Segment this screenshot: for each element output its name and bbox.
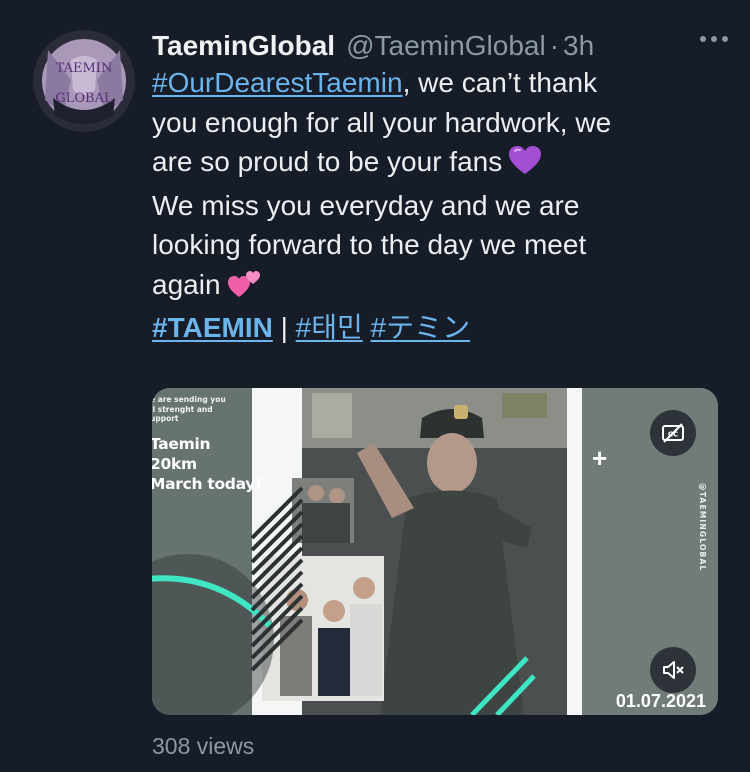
- timestamp[interactable]: 3h: [563, 28, 594, 64]
- tweet-line-1: , we can’t thank: [402, 67, 598, 98]
- hashtag-ourdearesttaemin[interactable]: #OurDearestTaemin: [152, 67, 403, 98]
- hashtag-taemin-japanese[interactable]: #テミン: [371, 312, 471, 343]
- profile-avatar[interactable]: TAEMIN GLOBAL: [33, 30, 135, 132]
- captions-off-icon[interactable]: CC: [650, 410, 696, 456]
- two-hearts-emoji: [227, 268, 261, 309]
- video-date: 01.07.2021: [615, 691, 706, 711]
- watermark-text: @TAEMINGLOBAL: [698, 483, 707, 572]
- taemin-global-logo: TAEMIN GLOBAL: [33, 30, 135, 132]
- tweet-header: TaeminGlobal @TaeminGlobal · 3h: [152, 26, 730, 66]
- video-player[interactable]: e are sending you ll strenght and upport…: [152, 388, 718, 715]
- svg-text:TAEMIN: TAEMIN: [56, 61, 113, 76]
- view-count: 308 views: [152, 733, 255, 759]
- svg-text:GLOBAL: GLOBAL: [55, 91, 113, 106]
- volume-muted-icon[interactable]: [650, 647, 696, 693]
- user-handle[interactable]: @TaeminGlobal: [346, 28, 546, 64]
- pipe-separator: |: [280, 312, 288, 343]
- tweet-line-3: are so proud to be your fans: [152, 146, 503, 177]
- separator-dot: ·: [549, 30, 560, 61]
- tweet-text: #OurDearestTaemin, we can’t thank you en…: [152, 63, 712, 348]
- tweet-line-5: looking forward to the day we meet: [152, 229, 587, 260]
- overlay-small-text: e are sending you ll strenght and upport: [152, 395, 226, 423]
- tweet-line-6: again: [152, 268, 221, 300]
- display-name[interactable]: TaeminGlobal: [152, 28, 335, 64]
- overlay-big-text: Taemin 20km March today!: [152, 435, 262, 493]
- tweet-line-4: We miss you everyday and we are: [152, 189, 580, 221]
- hashtag-taemin-korean[interactable]: #태민: [296, 312, 363, 343]
- more-horizontal-icon[interactable]: [700, 36, 728, 42]
- tweet-line-2: you enough for all your hardwork, we: [152, 106, 612, 138]
- purple-heart-emoji: [508, 145, 542, 186]
- hashtag-taemin[interactable]: #TAEMIN: [152, 312, 273, 343]
- plus-mark: +: [592, 443, 608, 473]
